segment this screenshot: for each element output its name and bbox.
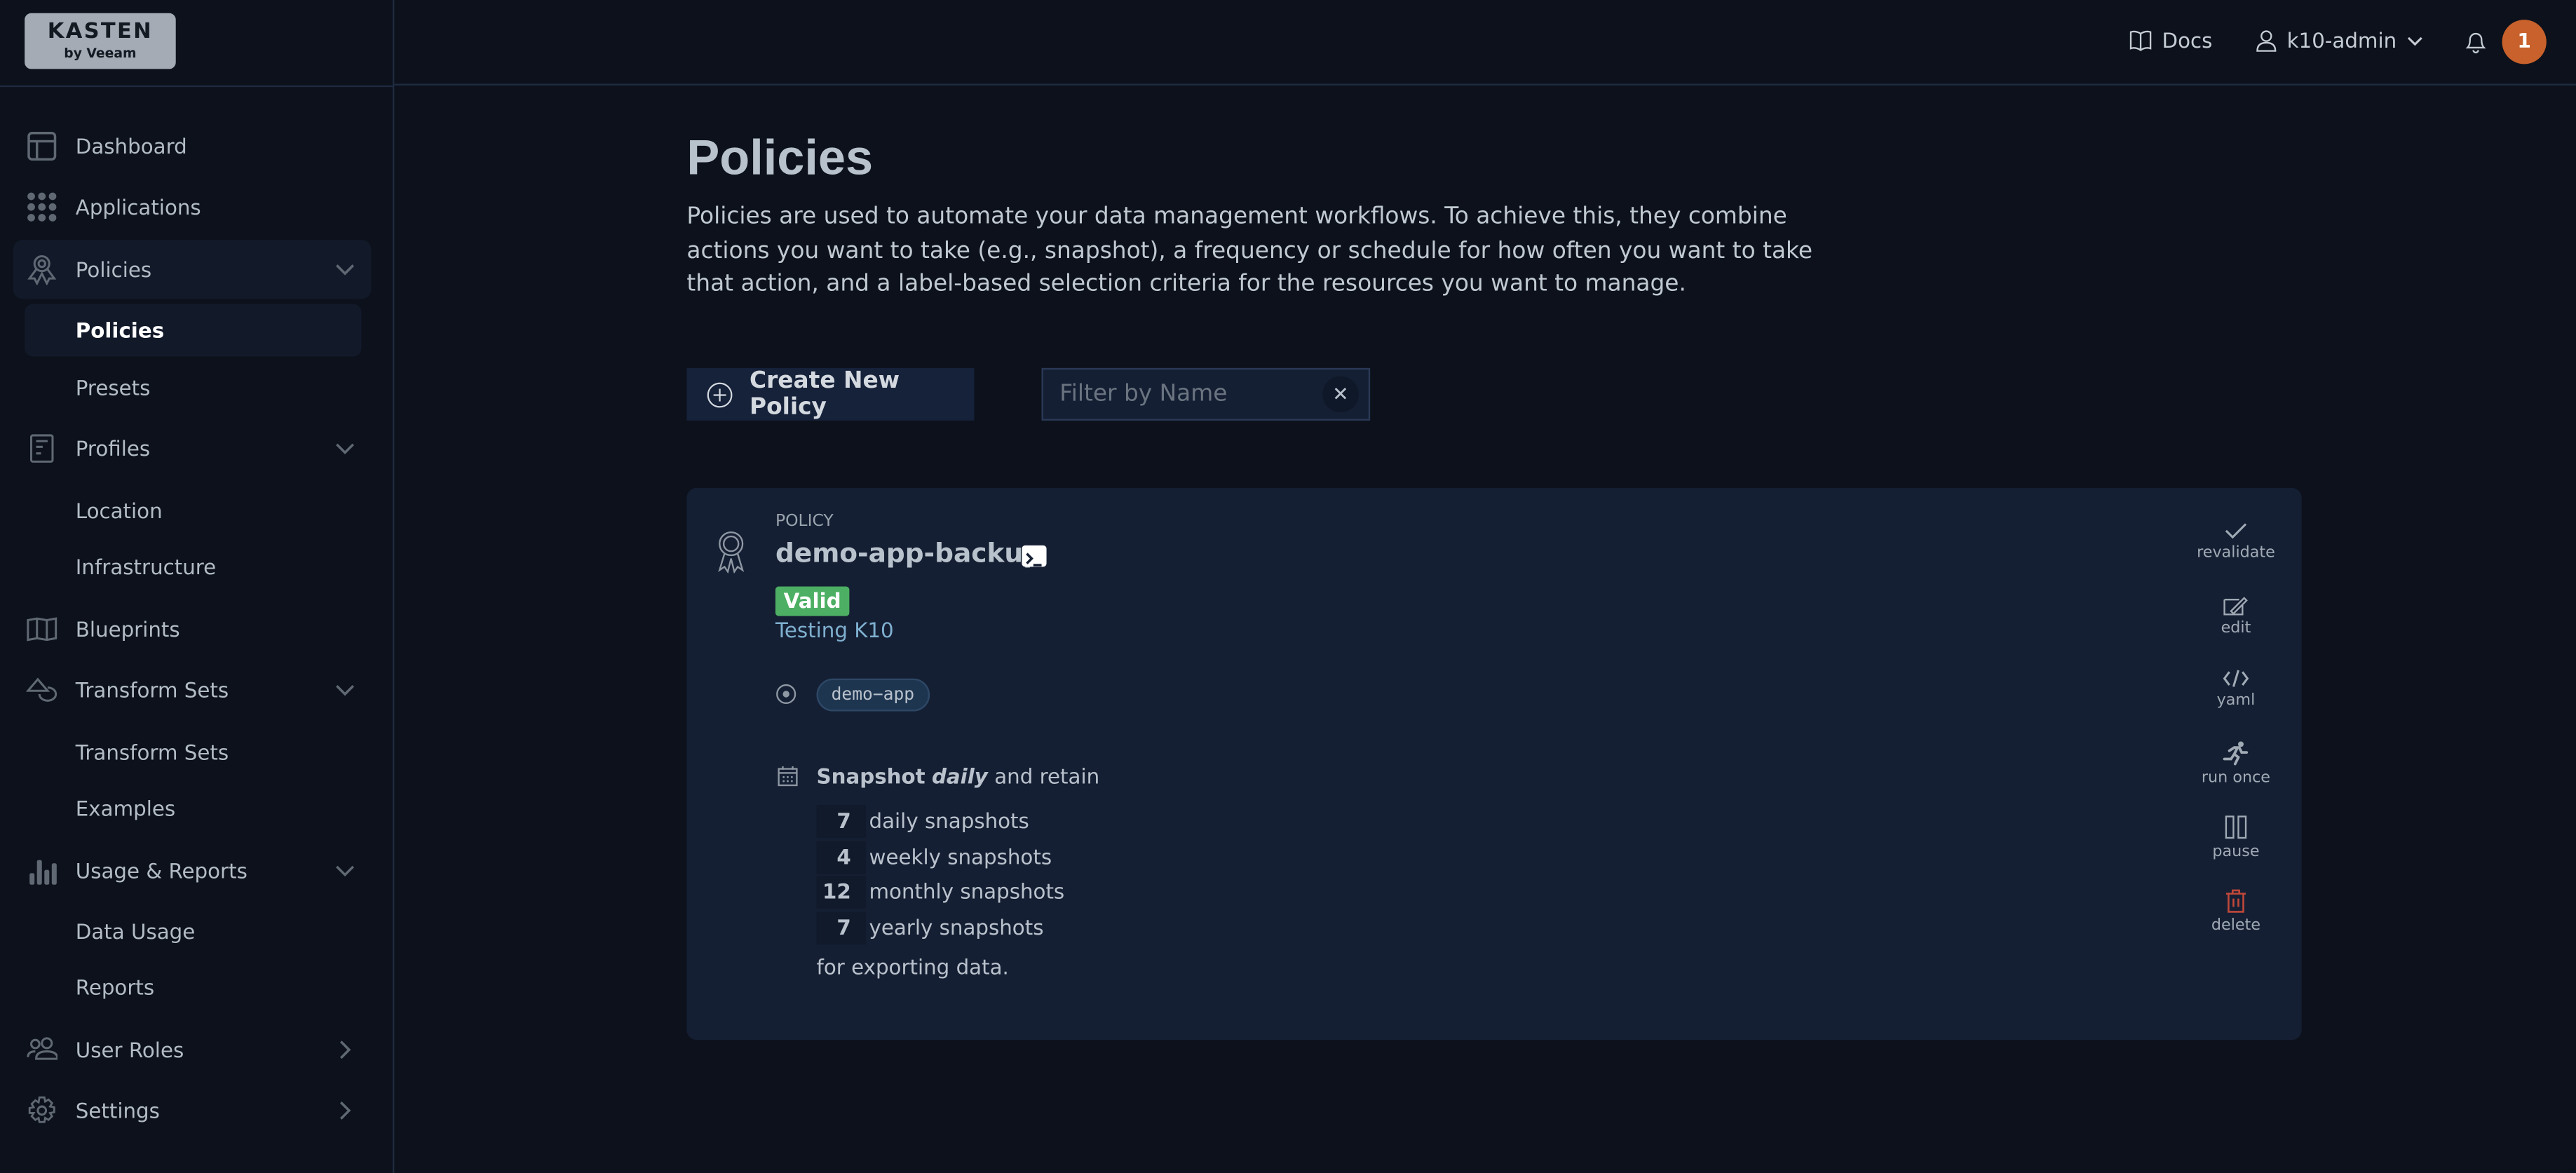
sidebar-subitem-presets[interactable]: Presets [76,375,151,400]
page-description: Policies are used to automate your data … [686,203,1813,298]
retention-count-yearly: 7 [816,911,866,945]
code-icon [2223,670,2249,687]
chevron-down-icon[interactable] [334,437,357,460]
run-once-button[interactable]: run once [2187,741,2286,787]
logo-sub: by Veeam [64,46,137,61]
edit-label: edit [2221,619,2251,638]
revalidate-button[interactable]: revalidate [2187,521,2286,562]
sidebar-subitem-location[interactable]: Location [76,499,163,523]
edit-icon [2223,597,2248,616]
grid-icon [27,192,57,222]
user-menu[interactable]: k10-admin [2256,28,2423,53]
top-header [394,0,2576,86]
schedule-summary: Snapshot daily and retain [817,764,1100,789]
retention-label-daily: daily snapshots [869,808,1029,833]
bell-icon[interactable] [2465,28,2488,54]
yaml-button[interactable]: yaml [2187,669,2286,710]
page-title: Policies [686,131,874,186]
filter-input[interactable] [1043,381,1323,408]
retention-label-monthly: monthly snapshots [869,879,1065,904]
policy-name[interactable]: demo-app-backup [775,537,1042,569]
create-new-policy-button[interactable]: Create New Policy [686,367,975,421]
sidebar-item-policies[interactable]: Policies [76,257,151,282]
sidebar-subitem-reports[interactable]: Reports [76,975,154,1000]
revalidate-label: revalidate [2197,543,2275,562]
docs-label: Docs [2162,27,2213,53]
chevron-down-icon[interactable] [334,859,357,882]
policy-comment: Testing K10 [775,618,894,643]
sidebar-item-applications[interactable]: Applications [76,195,201,219]
award-icon [27,255,57,285]
retention-count-daily: 7 [816,805,866,838]
trash-icon [2225,889,2246,913]
edit-button[interactable]: edit [2187,595,2286,637]
sidebar-item-blueprints[interactable]: Blueprints [76,617,180,642]
divider [0,85,395,88]
logo-brand: KASTEN [47,20,154,45]
policy-footer: for exporting data. [816,954,1009,979]
retention-label-yearly: yearly snapshots [869,915,1044,940]
close-icon: ✕ [1332,382,1349,406]
sidebar-item-user-roles[interactable]: User Roles [76,1038,184,1062]
schedule-suffix: and retain [994,764,1100,789]
kasten-logo[interactable]: KASTEN by Veeam [25,13,176,69]
check-icon [2225,523,2247,539]
award-icon [718,531,745,574]
sidebar-item-settings[interactable]: Settings [76,1098,160,1123]
chevron-down-icon[interactable] [334,258,357,281]
retention-count-weekly: 4 [816,841,866,874]
notification-badge[interactable]: 1 [2502,20,2547,65]
target-icon [776,684,796,705]
policy-type-label: POLICY [775,513,834,531]
sidebar-subitem-examples[interactable]: Examples [76,796,175,820]
profile-icon [29,434,54,463]
terminal-icon[interactable] [1022,545,1047,567]
pause-label: pause [2212,843,2260,861]
chevron-right-icon[interactable] [334,1038,357,1062]
clear-filter-button[interactable]: ✕ [1322,376,1359,413]
calendar-icon [778,766,798,787]
pause-icon [2225,815,2247,839]
schedule-action: Snapshot [816,764,926,789]
sidebar-subitem-transform-sets[interactable]: Transform Sets [76,740,229,765]
schedule-frequency: daily [931,764,988,789]
gear-icon [28,1096,55,1123]
shapes-icon [26,677,57,702]
dashboard-icon [27,132,57,161]
user-name: k10-admin [2286,27,2397,53]
retention-count-monthly: 12 [816,875,866,909]
sidebar-item-transform-sets[interactable]: Transform Sets [76,678,229,703]
retention-label-weekly: weekly snapshots [869,844,1052,869]
delete-label: delete [2211,916,2261,935]
map-icon [27,617,57,642]
create-button-label: Create New Policy [750,367,900,421]
bar-chart-icon [29,860,57,885]
chevron-down-icon [2407,36,2422,46]
sidebar [0,0,395,1173]
running-person-icon [2223,741,2249,766]
sidebar-subitem-data-usage[interactable]: Data Usage [76,919,196,944]
yaml-label: yaml [2216,691,2256,710]
chevron-down-icon[interactable] [334,679,357,702]
run-once-label: run once [2201,768,2271,787]
user-icon [2256,29,2277,51]
users-icon [27,1037,58,1060]
plus-circle-icon [707,381,733,407]
sidebar-item-policies-bg [13,240,372,299]
pause-button[interactable]: pause [2187,815,2286,861]
app-chip[interactable]: demo−app [816,678,930,712]
sidebar-item-usage-reports[interactable]: Usage & Reports [76,858,248,883]
chevron-right-icon[interactable] [334,1099,357,1123]
sidebar-subitem-infrastructure[interactable]: Infrastructure [76,555,216,579]
status-badge: Valid [775,586,850,616]
docs-link[interactable]: Docs [2129,27,2213,53]
sidebar-subitem-policies[interactable]: Policies [76,318,164,342]
sidebar-item-profiles[interactable]: Profiles [76,436,150,461]
sidebar-item-dashboard[interactable]: Dashboard [76,134,187,158]
delete-button[interactable]: delete [2187,889,2286,935]
filter-by-name: ✕ [1041,367,1371,421]
book-icon [2129,30,2152,51]
